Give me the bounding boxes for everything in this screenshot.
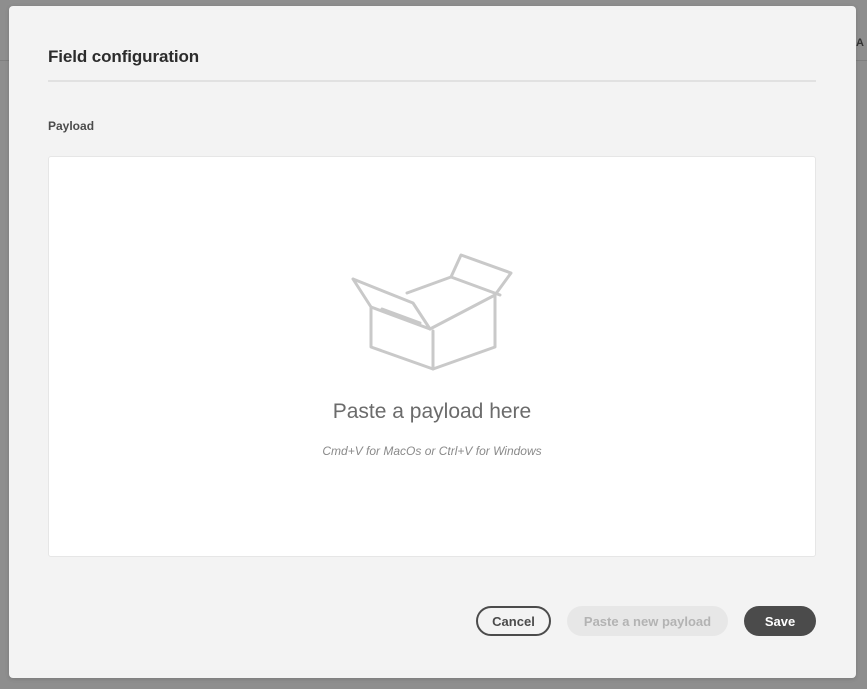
background-header-text: A [856,37,864,49]
save-button[interactable]: Save [744,606,816,636]
cancel-button[interactable]: Cancel [476,606,551,636]
field-configuration-dialog: Field configuration Payload Paste a payl… [9,6,856,678]
payload-drop-zone[interactable]: Paste a payload here Cmd+V for MacOs or … [48,156,816,557]
payload-label: Payload [48,119,95,133]
drop-zone-heading: Paste a payload here [332,400,532,423]
open-box-icon [351,253,513,371]
dialog-title: Field configuration [48,47,200,66]
title-divider [48,80,816,82]
drop-zone-hint: Cmd+V for MacOs or Ctrl+V for Windows [322,444,542,458]
paste-new-payload-button[interactable]: Paste a new payload [567,606,728,636]
